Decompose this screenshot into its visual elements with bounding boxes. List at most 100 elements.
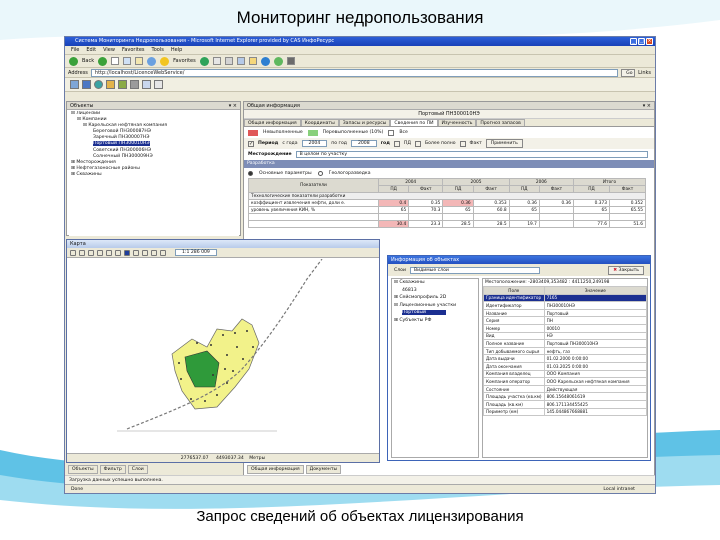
menu-tools[interactable]: Tools [152,46,164,54]
property-row[interactable]: Серия ПН [483,316,647,325]
tab-general-info[interactable]: Общая информация [247,465,304,474]
database-icon[interactable] [82,80,91,89]
maximize-button[interactable]: □ [638,38,645,45]
menu-edit[interactable]: Edit [86,46,96,54]
tab-objects[interactable]: Объекты [68,465,98,474]
property-row[interactable]: Полное название Портовый ПН300010НЭ [483,339,647,348]
edit-icon[interactable] [236,57,245,65]
zoom-in-icon[interactable] [79,249,85,256]
property-row[interactable]: Компания оператор ООО Карельская нефтяная… [483,377,647,386]
info-tree-item[interactable]: 46813 [392,287,478,295]
identify-icon[interactable] [160,249,166,256]
pan-icon[interactable] [70,249,76,256]
globe-icon[interactable] [94,80,103,89]
tab-study[interactable]: Изученность [437,119,477,126]
apply-button[interactable]: Применить [485,139,523,148]
menu-help[interactable]: Help [171,46,182,54]
tab-documents[interactable]: Документы [305,465,342,474]
tools-icon[interactable] [286,57,295,65]
property-row[interactable]: Состояние Действующая [483,384,647,394]
menu-view[interactable]: View [103,46,115,54]
info-tree-item[interactable]: ⊟ Лицензионные участки [392,302,478,310]
period-to-select[interactable]: 2008 [350,140,377,147]
mail-icon[interactable] [212,57,221,65]
measure-icon[interactable] [115,249,121,256]
select-icon[interactable] [106,249,112,256]
home-icon[interactable] [135,57,144,65]
favorites-label[interactable]: Favorites [173,58,196,64]
map-canvas[interactable] [67,259,379,445]
layers-select[interactable]: Видимые слои [409,266,540,274]
property-row[interactable]: Дата выдачи 01.02.2000 0:00:00 [483,354,647,363]
media-icon[interactable] [199,56,209,66]
menu-file[interactable]: File [71,46,79,54]
close-info-button[interactable]: ✖ Закрыть [608,265,644,275]
tab-forecast[interactable]: Прогноз запасов [476,119,525,126]
layers-icon[interactable] [118,80,127,89]
stop-icon[interactable] [111,57,120,65]
property-row[interactable]: Дата окончания 01.03.2025 0:00:00 [483,361,647,371]
print-icon[interactable] [224,57,233,65]
fact-checkbox[interactable] [459,140,466,147]
pd-checkbox[interactable] [393,140,400,147]
info-tree-item[interactable]: ⊟ Скважины [392,279,478,287]
radio-main[interactable] [248,170,253,176]
chart-icon[interactable] [106,80,115,89]
favorites-icon[interactable] [160,56,170,66]
property-row[interactable]: Вид НЭ [483,331,647,341]
property-row[interactable]: Название Портовый [483,308,647,318]
menu-favorites[interactable]: Favorites [122,46,145,54]
period-from-select[interactable]: 2004 [301,140,328,147]
panel-close-icon[interactable]: ▾ × [643,102,651,110]
property-row[interactable]: Тип добываемого сырья нефть, газ [483,346,647,356]
back-label[interactable]: Back [82,58,94,64]
property-row[interactable]: Площадь участка (кв.км) 806.15648061619 [483,392,647,401]
tab-filter[interactable]: Фильтр [99,465,126,474]
tab-reserves[interactable]: Запасы и ресурсы [338,119,391,126]
research-icon[interactable] [273,56,283,66]
period-checkbox[interactable]: ✓ [248,140,254,147]
field-select[interactable]: В целом по участку [295,151,648,158]
panel-close-icon[interactable]: ▾ × [229,102,237,110]
tab-pi-info[interactable]: Сведения по ПИ [390,119,438,126]
forward-icon[interactable] [98,56,108,66]
property-row[interactable]: Площадь (кв.км) 806.171134455425 [483,399,647,409]
folder-icon[interactable] [248,57,257,65]
property-row[interactable]: Идентификатор ПН300010НЭ [483,301,647,310]
tab-general[interactable]: Общая информация [244,119,301,126]
scale-select[interactable]: 1:1 286 009 [175,249,217,256]
property-row[interactable]: Периметр (км) 145.044867668881 [483,407,647,417]
full-checkbox[interactable] [414,140,421,147]
help-icon[interactable] [154,80,163,89]
tree-item-wells[interactable]: ⊞ Скважины [69,172,239,178]
zoom-extent-icon[interactable] [97,249,103,256]
layer-icon[interactable] [133,249,139,256]
tab-coordinates[interactable]: Координаты [300,119,339,126]
property-row[interactable]: Компания владелец ООО Компания [483,369,647,379]
report-icon[interactable] [142,80,151,89]
go-button[interactable]: Go [621,68,636,77]
links-label[interactable]: Links [638,70,655,76]
info-tree-item[interactable]: ⊞ Сейсмопрофиль 2D [392,294,478,302]
property-value: 806.15648061619 [543,392,647,401]
all-checkbox[interactable] [388,129,395,136]
tab-layers[interactable]: Слои [127,465,148,474]
address-input[interactable]: http://localhost/LicenceWebService/ [90,68,619,77]
refresh-icon[interactable] [151,249,157,256]
close-button[interactable]: × [646,38,653,45]
info-tree-item[interactable]: ⊞ Субъекты РФ [392,317,478,325]
print-icon[interactable] [142,249,148,256]
zoom-out-icon[interactable] [88,249,94,256]
refresh-icon[interactable] [123,57,132,65]
table-icon[interactable] [70,80,79,89]
minimize-button[interactable]: _ [630,38,637,45]
radio-geo[interactable] [317,170,323,176]
info-tree-item-selected[interactable]: Портовый [392,309,478,317]
property-row[interactable]: Номер 00010 [483,323,647,333]
search-icon[interactable] [147,56,157,66]
back-icon[interactable] [69,56,78,66]
info-icon[interactable] [124,249,130,256]
property-row[interactable]: Граница идентификатор 7165 [483,293,647,303]
settings-icon[interactable] [130,80,139,89]
messenger-icon[interactable] [260,56,270,66]
